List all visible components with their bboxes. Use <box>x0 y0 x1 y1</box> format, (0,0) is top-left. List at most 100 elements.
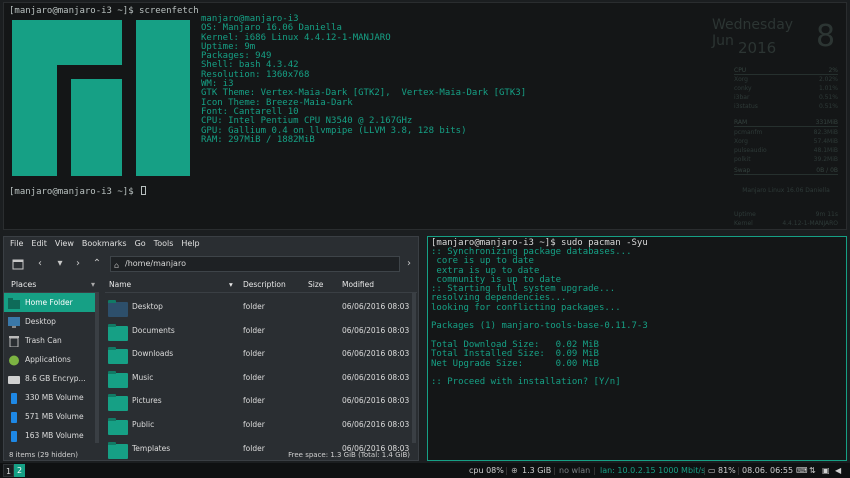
sidebar-item-330-mb-volume[interactable]: 330 MB Volume <box>4 388 99 407</box>
terminal-prompt-command: [manjaro@manjaro-i3 ~]$ screenfetch <box>9 6 199 16</box>
file-description: folder <box>243 349 265 359</box>
sidebar-item-163-mb-volume[interactable]: 163 MB Volume <box>4 426 99 445</box>
conky-mem-row: Xorg 57.4MiB <box>734 138 838 145</box>
pacman-terminal-window[interactable]: [manjaro@manjaro-i3 ~]$ sudo pacman -Syu… <box>427 236 847 461</box>
file-row[interactable]: Desktop folder 06/06/2016 08:03 <box>105 295 413 318</box>
home-icon: ⌂ <box>114 261 120 270</box>
separator: | <box>703 466 706 475</box>
file-row[interactable]: Pictures folder 06/06/2016 08:03 <box>105 389 413 412</box>
sysinfo-line: Resolution: 1360x768 <box>201 69 310 80</box>
file-modified: 06/06/2016 08:03 <box>342 396 410 406</box>
top-terminal-window[interactable]: [manjaro@manjaro-i3 ~]$ screenfetch manj… <box>3 2 847 230</box>
menu-view[interactable]: View <box>55 237 74 251</box>
lan-status: lan: 10.0.2.15 1000 Mbit/s <box>600 466 706 475</box>
sidebar-item-label: Home Folder <box>25 298 73 307</box>
file-list-scrollbar[interactable] <box>412 293 416 443</box>
tray-display-icon[interactable]: ▣ <box>822 463 830 478</box>
separator: | <box>505 466 508 475</box>
location-path: /home/manjaro <box>125 259 186 268</box>
location-bar[interactable]: ⌂ /home/manjaro <box>110 256 400 272</box>
menu-edit[interactable]: Edit <box>31 237 47 251</box>
sidebar-item-8-6-gb-encryp[interactable]: 8.6 GB Encryp... <box>4 369 99 388</box>
back-icon[interactable]: ‹ <box>32 256 48 272</box>
folder-icon <box>108 394 128 412</box>
applications-icon <box>8 354 20 366</box>
column-name[interactable]: Name <box>109 277 131 293</box>
pacman-output-line: :: Proceed with installation? [Y/n] <box>431 377 621 388</box>
places-sidebar: Places ▾ Home Folder Desktop Trash Can Appl… <box>4 277 99 447</box>
terminal-prompt-idle[interactable]: [manjaro@manjaro-i3 ~]$ <box>9 186 147 197</box>
usb-drive-icon <box>8 392 20 404</box>
file-name: Documents <box>132 325 175 335</box>
sort-indicator-icon[interactable]: ▾ <box>229 277 233 293</box>
conky-proc-row: conky 1.01% <box>734 85 838 92</box>
usb-drive-icon <box>8 411 20 423</box>
menu-bookmarks[interactable]: Bookmarks <box>82 237 127 251</box>
datetime: 08.06. 06:55 <box>742 466 794 475</box>
wlan-status: no wlan <box>559 466 591 475</box>
conky-mem-row: pcmanfm 82.3MiB <box>734 129 838 136</box>
sysinfo-line: RAM: 297MiB / 1882MiB <box>201 134 315 145</box>
sidebar-item-label: Desktop <box>25 317 56 326</box>
file-modified: 06/06/2016 08:03 <box>342 302 410 311</box>
conky-month: Jun <box>712 33 734 49</box>
file-name: Downloads <box>132 349 174 359</box>
file-row[interactable]: Downloads folder 06/06/2016 08:03 <box>105 342 413 365</box>
sidebar-item-desktop[interactable]: Desktop <box>4 312 99 331</box>
file-description: folder <box>243 396 265 406</box>
conky-day: Wednesday <box>712 17 794 33</box>
sidebar-item-label: 163 MB Volume <box>25 431 84 440</box>
file-row[interactable]: Documents folder 06/06/2016 08:03 <box>105 319 413 342</box>
sidebar-item-applications[interactable]: Applications <box>4 350 99 369</box>
file-name: Desktop <box>132 302 163 311</box>
sidebar-item-label: 571 MB Volume <box>25 412 84 421</box>
column-size[interactable]: Size <box>308 277 323 293</box>
tray-volume-icon[interactable]: ◀ <box>835 463 841 478</box>
file-manager-window[interactable]: File Edit View Bookmarks Go Tools Help ‹… <box>3 236 419 461</box>
battery-icon: ▭ <box>708 466 716 475</box>
file-modified: 06/06/2016 08:03 <box>342 420 410 429</box>
file-modified: 06/06/2016 08:03 <box>342 349 410 359</box>
tray-keyboard-icon[interactable]: ⌨ <box>796 463 808 478</box>
column-modified[interactable]: Modified <box>342 277 374 293</box>
folder-icon <box>108 370 128 388</box>
sidebar-item-home-folder[interactable]: Home Folder <box>4 293 99 312</box>
go-icon[interactable]: › <box>401 256 417 272</box>
places-header[interactable]: Places ▾ <box>4 277 99 293</box>
conky-daynum: 8 <box>816 19 836 54</box>
sidebar-item-571-mb-volume[interactable]: 571 MB Volume <box>4 407 99 426</box>
new-tab-icon[interactable] <box>10 256 26 272</box>
menu-file[interactable]: File <box>10 237 23 251</box>
sidebar-scrollbar[interactable] <box>95 293 99 443</box>
workspace-1-button[interactable]: 1 <box>3 464 14 477</box>
separator: | <box>553 466 556 475</box>
i3-status-bar: 1 2 cpu 08% | ⊕ 1.3 GiB | no wlan | lan:… <box>0 463 850 478</box>
back-history-icon[interactable]: ▾ <box>52 256 68 272</box>
manjaro-logo-icon <box>12 20 190 176</box>
forward-icon[interactable]: › <box>70 256 86 272</box>
toolbar: ‹ ▾ › ⌃ ⌂ /home/manjaro › <box>4 253 418 275</box>
memory-usage: 1.3 GiB <box>522 466 552 475</box>
folder-icon <box>108 300 128 317</box>
conky-uptime-row: Uptime 9m 11s <box>734 211 838 218</box>
column-description[interactable]: Description <box>243 277 286 293</box>
folder-icon <box>108 418 128 435</box>
file-list: Name ▾ Description Size Modified Desktop… <box>105 277 417 459</box>
up-icon[interactable]: ⌃ <box>89 256 105 272</box>
menu-tools[interactable]: Tools <box>154 237 174 251</box>
file-row[interactable]: Music folder 06/06/2016 08:03 <box>105 366 413 389</box>
pacman-output-line: Net Upgrade Size: 0.00 MiB <box>431 358 599 369</box>
file-name: Public <box>132 420 155 429</box>
sidebar-item-label: 330 MB Volume <box>25 393 84 402</box>
workspace-2-button[interactable]: 2 <box>14 464 25 477</box>
file-name: Music <box>132 372 154 382</box>
file-description: folder <box>243 420 265 429</box>
sidebar-item-trash-can[interactable]: Trash Can <box>4 331 99 350</box>
menu-help[interactable]: Help <box>181 237 199 251</box>
menu-go[interactable]: Go <box>135 237 146 251</box>
conky-mem-row: pulseaudio 48.1MiB <box>734 147 838 154</box>
places-dropdown-icon[interactable]: ▾ <box>91 277 95 293</box>
file-row[interactable]: Public folder 06/06/2016 08:03 <box>105 413 413 436</box>
separator: | <box>737 466 740 475</box>
tray-network-icon[interactable]: ⇅ <box>809 463 816 478</box>
